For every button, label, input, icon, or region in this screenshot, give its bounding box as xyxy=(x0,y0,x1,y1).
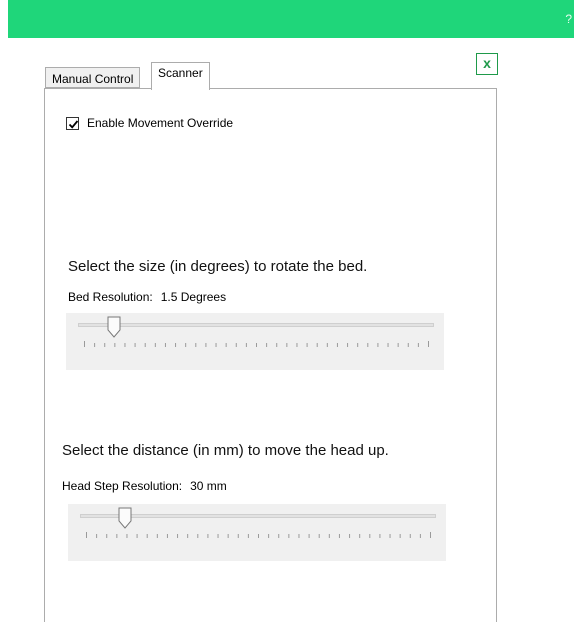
override-label: Enable Movement Override xyxy=(87,116,234,130)
slider-ticks xyxy=(84,341,429,347)
checkbox-box[interactable] xyxy=(66,116,79,130)
slider-thumb[interactable] xyxy=(107,316,121,338)
title-bar: ? xyxy=(8,0,574,38)
bed-heading: Select the size (in degrees) to rotate t… xyxy=(68,258,368,275)
checkmark-icon xyxy=(68,119,79,129)
bed-resolution-label: Bed Resolution: 1.5 Degrees xyxy=(68,290,226,304)
head-step-resolution-slider[interactable] xyxy=(68,504,446,561)
head-step-resolution-label: Head Step Resolution: 30 mm xyxy=(62,479,227,493)
bed-resolution-value: 1.5 Degrees xyxy=(160,290,227,304)
tab-scanner[interactable]: Scanner xyxy=(151,62,210,90)
slider-thumb[interactable] xyxy=(118,507,132,529)
head-step-resolution-label-text: Head Step Resolution: xyxy=(62,479,183,493)
enable-movement-override-checkbox[interactable]: Enable Movement Override xyxy=(66,116,233,130)
help-icon[interactable]: ? xyxy=(565,12,572,26)
bed-resolution-slider[interactable] xyxy=(66,313,444,370)
bed-resolution-label-text: Bed Resolution: xyxy=(68,290,153,304)
head-heading: Select the distance (in mm) to move the … xyxy=(62,442,389,459)
slider-track xyxy=(80,514,436,518)
tab-manual-control[interactable]: Manual Control xyxy=(45,67,141,88)
slider-ticks xyxy=(86,532,431,538)
close-button[interactable]: x xyxy=(476,53,498,75)
slider-track xyxy=(78,323,434,327)
head-step-resolution-value: 30 mm xyxy=(190,479,227,493)
